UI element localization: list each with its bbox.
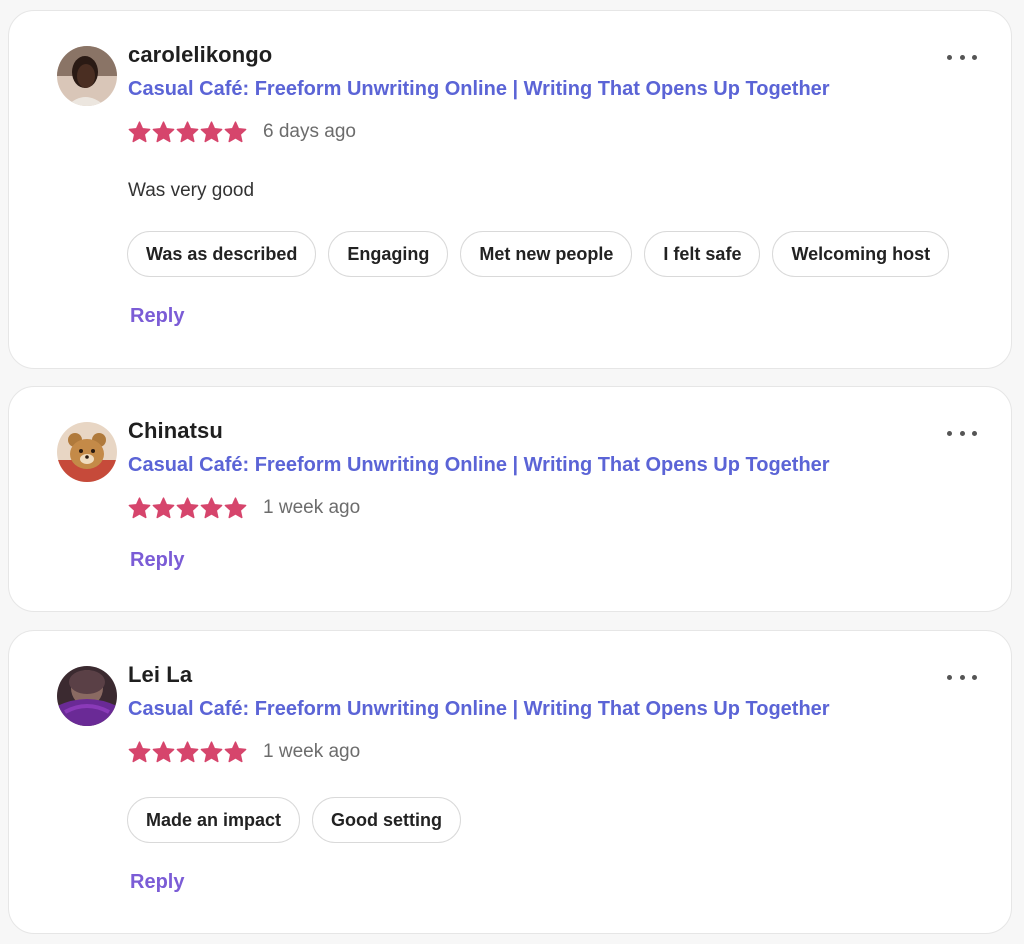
review-card: Lei La Casual Café: Freeform Unwriting O… <box>8 630 1012 934</box>
event-title-link[interactable]: Casual Café: Freeform Unwriting Online |… <box>128 698 830 721</box>
star-icon <box>224 741 247 763</box>
tag: Was as described <box>127 231 317 277</box>
review-date: 1 week ago <box>263 497 361 518</box>
star-rating <box>128 121 247 143</box>
review-date: 1 week ago <box>263 741 361 762</box>
tag: Good setting <box>312 797 462 843</box>
star-rating <box>128 497 247 519</box>
star-icon <box>176 741 199 763</box>
star-icon <box>128 741 151 763</box>
star-icon <box>152 497 175 519</box>
avatar[interactable] <box>57 422 117 482</box>
reply-button[interactable]: Reply <box>130 871 184 894</box>
more-horizontal-icon <box>947 430 952 436</box>
review-tags: Made an impact Good setting <box>127 797 462 843</box>
star-rating <box>128 741 247 763</box>
tag: Welcoming host <box>772 231 950 277</box>
star-icon <box>200 121 223 143</box>
star-icon <box>128 497 151 519</box>
username[interactable]: Chinatsu <box>128 418 223 444</box>
tag: Met new people <box>460 231 633 277</box>
reply-button[interactable]: Reply <box>130 305 184 328</box>
username[interactable]: Lei La <box>128 662 192 688</box>
tag: Made an impact <box>127 797 301 843</box>
more-horizontal-icon <box>947 674 952 680</box>
event-title-link[interactable]: Casual Café: Freeform Unwriting Online |… <box>128 78 830 101</box>
review-card: carolelikongo Casual Café: Freeform Unwr… <box>8 10 1012 369</box>
star-icon <box>224 121 247 143</box>
username[interactable]: carolelikongo <box>128 42 272 68</box>
rating-row: 1 week ago <box>128 495 360 521</box>
star-icon <box>176 121 199 143</box>
tag: Engaging <box>328 231 449 277</box>
more-options-button[interactable] <box>947 51 977 63</box>
star-icon <box>200 741 223 763</box>
reply-button[interactable]: Reply <box>130 549 184 572</box>
star-icon <box>176 497 199 519</box>
rating-row: 6 days ago <box>128 119 356 145</box>
more-options-button[interactable] <box>947 671 977 683</box>
star-icon <box>152 121 175 143</box>
star-icon <box>224 497 247 519</box>
more-horizontal-icon <box>947 54 952 60</box>
star-icon <box>152 741 175 763</box>
event-title-link[interactable]: Casual Café: Freeform Unwriting Online |… <box>128 454 830 477</box>
review-tags: Was as described Engaging Met new people… <box>127 231 950 277</box>
avatar[interactable] <box>57 666 117 726</box>
more-options-button[interactable] <box>947 427 977 439</box>
review-date: 6 days ago <box>263 121 356 142</box>
review-card: Chinatsu Casual Café: Freeform Unwriting… <box>8 386 1012 612</box>
avatar[interactable] <box>57 46 117 106</box>
star-icon <box>128 121 151 143</box>
tag: I felt safe <box>644 231 761 277</box>
rating-row: 1 week ago <box>128 739 360 765</box>
star-icon <box>200 497 223 519</box>
review-text: Was very good <box>128 180 255 201</box>
